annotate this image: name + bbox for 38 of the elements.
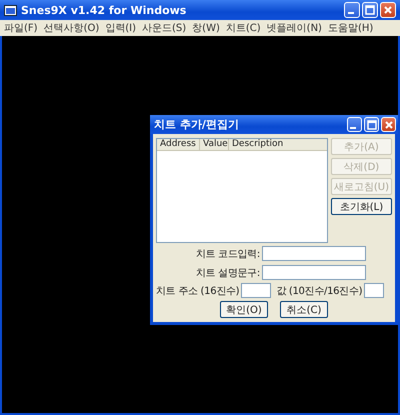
app-icon xyxy=(4,4,17,16)
minimize-icon xyxy=(348,12,354,14)
input-field[interactable] xyxy=(262,265,366,280)
address-field[interactable] xyxy=(241,283,272,298)
menu-item[interactable]: 사운드(S) xyxy=(142,21,186,35)
side-button[interactable]: 초기화(L) xyxy=(330,198,392,215)
close-icon xyxy=(383,5,393,15)
field-label: 치트 설명문구: xyxy=(194,266,260,280)
cancel-button[interactable]: 취소(C) xyxy=(280,301,328,318)
column-header[interactable]: Description xyxy=(229,139,327,150)
minimize-icon xyxy=(350,126,356,128)
minimize-button[interactable] xyxy=(344,2,360,18)
cheat-list[interactable]: Address Value Description xyxy=(156,138,328,243)
menu-item[interactable]: 창(W) xyxy=(192,21,220,35)
input-field[interactable] xyxy=(262,246,366,261)
column-header[interactable]: Address xyxy=(157,139,200,150)
menu-item[interactable]: 치트(C) xyxy=(226,21,261,35)
field-label: 치트 코드입력: xyxy=(194,248,260,260)
ok-button[interactable]: 확인(O) xyxy=(220,301,268,318)
minimize-button[interactable] xyxy=(347,117,362,132)
address-label: 치트 주소 (16진수) xyxy=(156,284,240,298)
dialog-title: 치트 추가/편집기 xyxy=(154,117,240,132)
maximize-button[interactable] xyxy=(364,117,379,132)
menu-item[interactable]: 선택사항(O) xyxy=(44,21,100,35)
maximize-button[interactable] xyxy=(362,2,378,18)
column-header[interactable]: Value xyxy=(200,139,229,150)
menu-item[interactable]: 넷플레이(N) xyxy=(266,21,322,35)
window-title: Snes9X v1.42 for Windows xyxy=(21,4,188,16)
menu-item[interactable]: 도움말(H) xyxy=(328,21,374,35)
menu-item[interactable]: 입력(I) xyxy=(105,21,136,35)
menu-item[interactable]: 파일(F) xyxy=(4,21,38,35)
close-icon xyxy=(384,120,394,130)
close-button[interactable] xyxy=(381,117,396,132)
close-button[interactable] xyxy=(380,2,396,18)
value-field[interactable] xyxy=(364,283,384,298)
maximize-icon xyxy=(366,120,376,130)
maximize-icon xyxy=(365,5,375,15)
value-label: 값 (10진수/16진수) xyxy=(276,284,362,298)
